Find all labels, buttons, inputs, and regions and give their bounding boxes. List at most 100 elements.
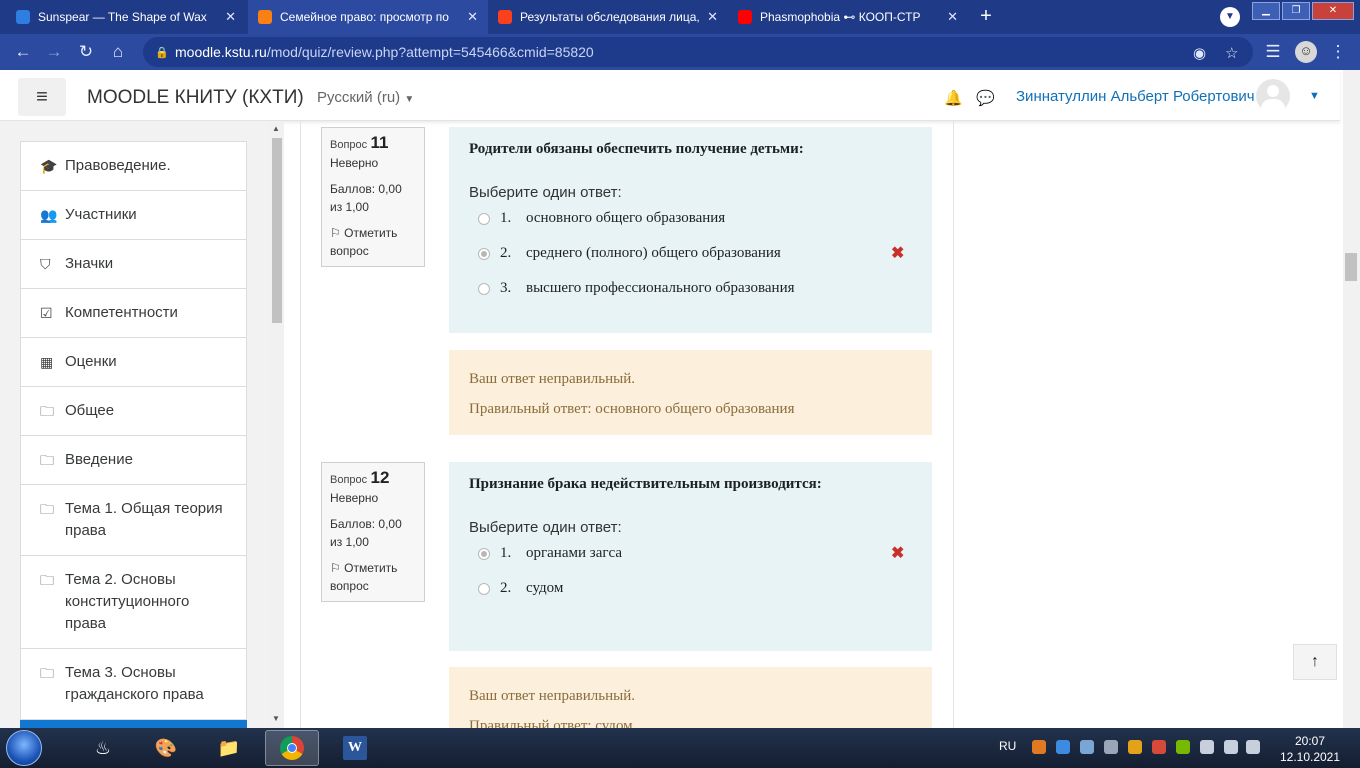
drawer-item[interactable]: ☑ Компетентности (20, 289, 247, 338)
close-window-button[interactable]: ✕ (1312, 2, 1354, 20)
star-icon[interactable]: ☆ (1225, 44, 1238, 62)
chrome-icon[interactable] (265, 730, 319, 766)
steam-icon[interactable]: ♨ (76, 730, 130, 766)
close-tab-icon[interactable]: ✕ (707, 9, 718, 25)
page-scrollbar-thumb[interactable] (1345, 253, 1357, 281)
scroll-up-arrow-icon[interactable]: ▲ (272, 124, 280, 133)
back-to-top-button[interactable]: ↑ (1293, 644, 1337, 680)
volume-tray-icon[interactable] (1200, 740, 1214, 754)
home-icon[interactable]: ⌂ (107, 42, 129, 62)
drawer-item[interactable]: ▦ Оценки (20, 338, 247, 387)
answer-text: основного общего образования (526, 210, 726, 226)
cloud-tray-icon[interactable] (1056, 740, 1070, 754)
drawer-item[interactable]: 🗀Тема 4. Основы (20, 720, 247, 728)
hamburger-icon[interactable]: ≡ (18, 78, 66, 116)
answer-radio[interactable] (478, 547, 490, 560)
forward-arrow-icon[interactable]: → (43, 42, 65, 62)
drawer-scrollbar-thumb[interactable] (272, 138, 282, 323)
eye-slash-icon[interactable]: ◉ (1193, 44, 1206, 62)
browser-tab-strip: Sunspear — The Shape of Wax ✕ Семейное пра… (0, 0, 1360, 34)
app-tray-icon[interactable] (1152, 740, 1166, 754)
user-avatar[interactable] (1256, 79, 1290, 113)
start-button[interactable] (6, 730, 42, 766)
window-controls: ▁ ❐ ✕ (1252, 2, 1354, 20)
chevron-down-icon: ▼ (404, 94, 415, 105)
taskbar-clock[interactable]: 20:07 12.10.2021 (1270, 733, 1350, 765)
word-icon[interactable]: W (328, 730, 382, 766)
user-menu-caret-icon[interactable]: ▼ (1309, 90, 1320, 102)
avast-tray-icon[interactable] (1032, 740, 1046, 754)
browser-tab[interactable]: Phasmophobia ⊷ КООП-СТР ✕ (728, 0, 968, 34)
site-name[interactable]: MOODLE КНИТУ (КХТИ) (87, 87, 304, 109)
profile-avatar-icon[interactable]: ☺ (1295, 41, 1317, 63)
display-tray-icon[interactable] (1080, 740, 1094, 754)
scroll-down-arrow-icon[interactable]: ▼ (272, 714, 280, 723)
incorrect-x-icon: ✖ (891, 245, 905, 262)
drawer-item[interactable]: 🎓 Правоведение. (20, 141, 247, 191)
page-scrollbar[interactable] (1343, 70, 1360, 728)
close-tab-icon[interactable]: ✕ (225, 9, 236, 25)
browser-tab[interactable]: Результаты обследования лица, ✕ (488, 0, 728, 34)
back-arrow-icon[interactable]: ← (12, 42, 34, 62)
answer-number: 1. (500, 545, 512, 561)
table-icon: ▦ (40, 354, 54, 370)
language-menu[interactable]: Русский (ru) ▼ (317, 89, 414, 106)
new-tab-button[interactable]: + (974, 5, 998, 29)
reading-list-icon[interactable]: ☰ (1262, 42, 1284, 62)
lock-icon[interactable]: 🔒 (155, 46, 169, 59)
answer-radio[interactable] (478, 212, 490, 225)
close-tab-icon[interactable]: ✕ (467, 9, 478, 25)
clock-date: 12.10.2021 (1279, 750, 1341, 764)
usb-tray-icon[interactable] (1104, 740, 1118, 754)
flag-question-link[interactable]: ⚐ Отметить вопрос (330, 559, 416, 595)
paint-icon[interactable]: 🎨 (139, 730, 193, 766)
drawer-item[interactable]: 🗀 Тема 1. Общая теория права (20, 485, 247, 556)
nvidia-tray-icon[interactable] (1176, 740, 1190, 754)
drawer-item-label: Правоведение. (65, 157, 171, 174)
close-tab-icon[interactable]: ✕ (947, 9, 958, 25)
moodle-navbar: ≡ MOODLE КНИТУ (КХТИ) Русский (ru) ▼ 🔔 💬… (0, 70, 1340, 121)
drawer-item[interactable]: 👥 Участники (20, 191, 247, 240)
chat-bubble-icon[interactable]: 💬 (976, 89, 995, 107)
answer-feedback: Ваш ответ неправильный. Правильный ответ:… (449, 350, 932, 435)
answer-radio[interactable] (478, 282, 490, 295)
drawer-item[interactable]: 🗀 Введение (20, 436, 247, 485)
explorer-icon[interactable]: 📁 (202, 730, 256, 766)
answer-radio[interactable] (478, 582, 490, 595)
answer-radio[interactable] (478, 247, 490, 260)
drawer-item-label: Оценки (65, 353, 117, 370)
tab-search-button[interactable]: ▼ (1220, 7, 1240, 27)
browser-tab[interactable]: Sunspear — The Shape of Wax ✕ (6, 0, 246, 34)
tab-title: Результаты обследования лица, (520, 10, 700, 24)
user-name[interactable]: Зиннатуллин Альберт Робертович (1016, 88, 1255, 105)
keyboard-tray-icon[interactable] (1246, 740, 1260, 754)
drawer-item[interactable]: 🗀 Тема 3. Основы гражданского права (20, 649, 247, 720)
address-bar[interactable]: 🔒 moodle.kstu.ru/mod/quiz/review.php?att… (143, 37, 1253, 67)
browser-toolbar: ← → ↻ ⌂ 🔒 moodle.kstu.ru/mod/quiz/review… (0, 34, 1360, 70)
yandex-favicon-icon (498, 10, 512, 24)
drawer-item[interactable]: ⛉ Значки (20, 240, 247, 289)
network-tray-icon[interactable] (1224, 740, 1238, 754)
flag-question-link[interactable]: ⚐ Отметить вопрос (330, 224, 416, 260)
answer-instruction: Выберите один ответ: (469, 184, 622, 201)
reload-icon[interactable]: ↻ (75, 42, 97, 62)
keyboard-language[interactable]: RU (999, 739, 1016, 753)
drawer-item[interactable]: 🗀 Общее (20, 387, 247, 436)
more-menu-icon[interactable]: ⋮ (1327, 42, 1349, 62)
question-label: Вопрос (330, 139, 368, 151)
bell-icon[interactable]: 🔔 (944, 89, 963, 107)
moodle-favicon-icon (258, 10, 272, 24)
warning-tray-icon[interactable] (1128, 740, 1142, 754)
shield-icon: ⛉ (40, 256, 51, 272)
drawer-item-label: Компетентности (65, 304, 178, 321)
answer-text: высшего профессионального образования (526, 280, 795, 296)
feedback-verdict: Ваш ответ неправильный. (469, 371, 635, 387)
language-label: Русский (ru) (317, 89, 401, 106)
browser-tab[interactable]: Семейное право: просмотр по ✕ (248, 0, 488, 34)
checkbox-icon: ☑ (40, 305, 53, 321)
drawer-item[interactable]: 🗀 Тема 2. Основы конституционного права (20, 556, 247, 649)
minimize-button[interactable]: ▁ (1252, 2, 1280, 20)
maximize-button[interactable]: ❐ (1282, 2, 1310, 20)
graduation-cap-icon: 🎓 (40, 158, 58, 174)
tab-title: Семейное право: просмотр по (280, 10, 449, 24)
